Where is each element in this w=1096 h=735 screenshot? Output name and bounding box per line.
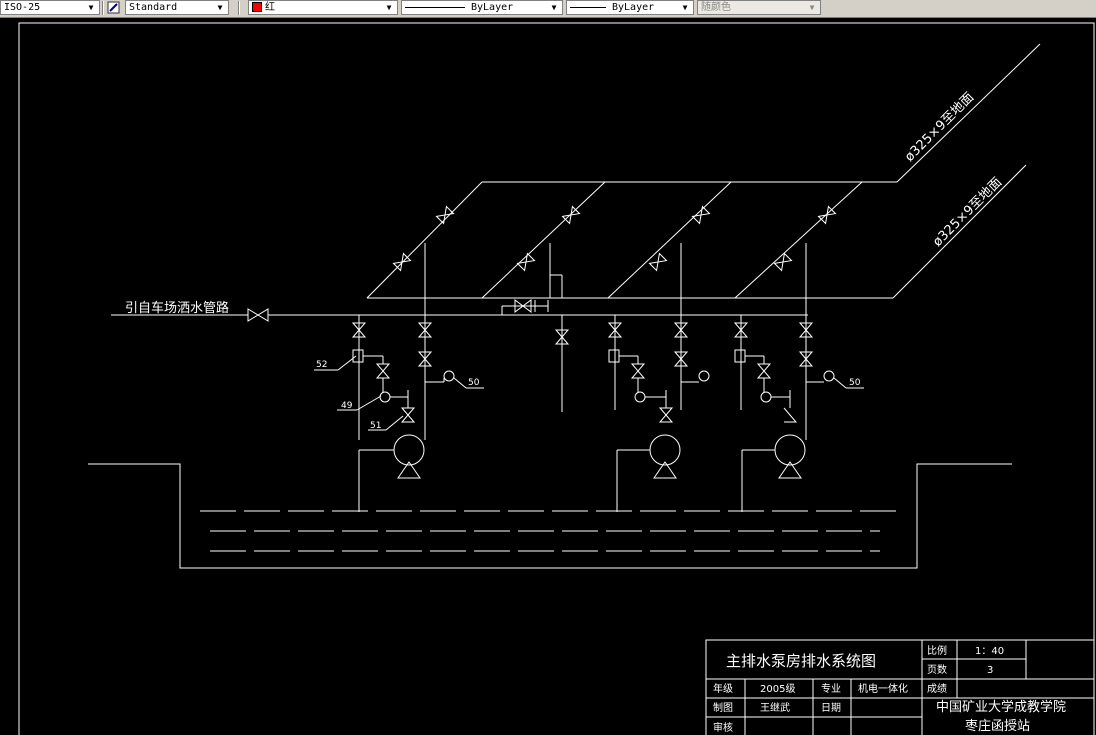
school-name: 中国矿业大学成教学院 [936,699,1066,715]
linetype-sample-icon [405,6,465,8]
discharge-pipes [366,43,1041,299]
vertical-valves [351,322,814,423]
lineweight-value: ByLayer [612,2,655,13]
scale-value: 1：40 [975,646,1004,657]
color-dropdown[interactable]: 红 ▼ [248,0,398,15]
check-valves [352,349,765,364]
chevron-down-icon: ▼ [809,3,815,12]
color-swatch-icon [252,2,262,12]
year-label: 年级 [713,682,733,695]
text-style-icon[interactable] [106,0,121,15]
pages-label: 页数 [927,663,947,676]
dimstyle-dropdown[interactable]: ISO-25 ▼ [0,0,100,15]
grade-label: 成绩 [927,682,947,695]
pages-value: 3 [987,665,993,676]
textstyle-dropdown[interactable]: Standard ▼ [125,0,229,15]
drawing-canvas[interactable]: 引自车场洒水管路 ø325×9至地面 ø325×9至地面 52 49 51 50… [0,17,1096,735]
major-value: 机电一体化 [858,682,908,695]
check-label: 审核 [713,721,733,734]
dimstyle-value: ISO-25 [4,2,41,13]
linetype-value: ByLayer [471,2,514,13]
drawn-value: 王继武 [760,701,790,714]
chevron-down-icon: ▼ [682,3,688,12]
date-label: 日期 [821,702,841,714]
callout-leaders [314,355,864,431]
textstyle-value: Standard [129,2,178,13]
lineweight-dropdown[interactable]: ByLayer ▼ [566,0,694,15]
drawing-title: 主排水泵房排水系统图 [726,652,876,670]
color-value: 红 [265,2,275,13]
source-pipe-label: 引自车场洒水管路 [125,300,229,316]
scale-label: 比例 [927,644,947,657]
callout-50-left: 50 [468,378,480,388]
pumps [358,434,806,512]
plotstyle-dropdown[interactable]: 随颜色 ▼ [697,0,821,15]
drawn-label: 制图 [713,701,733,714]
year-value: 2005级 [760,683,795,695]
callout-50-right: 50 [849,378,861,388]
lineweight-sample-icon [570,6,606,8]
water-level-lines [200,510,897,552]
major-label: 专业 [821,682,841,695]
chevron-down-icon: ▼ [88,3,94,12]
chevron-down-icon: ▼ [217,3,223,12]
callout-49: 49 [341,401,353,411]
school-branch: 枣庄函授站 [965,718,1030,734]
diagonal-valves [392,205,837,272]
pipe-label-lower: ø325×9至地面 [930,175,1005,250]
callout-51: 51 [370,421,381,431]
pipe-label-upper: ø325×9至地面 [902,90,977,165]
properties-toolbar: ISO-25 ▼ Standard ▼ 红 ▼ ByLayer ▼ ByLaye… [0,0,1096,18]
toolbar-separator [238,1,240,15]
chevron-down-icon: ▼ [386,3,392,12]
gauges [379,370,835,408]
callout-52: 52 [316,360,327,370]
toolbar-separator [102,1,104,15]
chevron-down-icon: ▼ [551,3,557,12]
plotstyle-value: 随颜色 [701,2,731,13]
sump-pit [88,463,1012,569]
linetype-dropdown[interactable]: ByLayer ▼ [401,0,563,15]
